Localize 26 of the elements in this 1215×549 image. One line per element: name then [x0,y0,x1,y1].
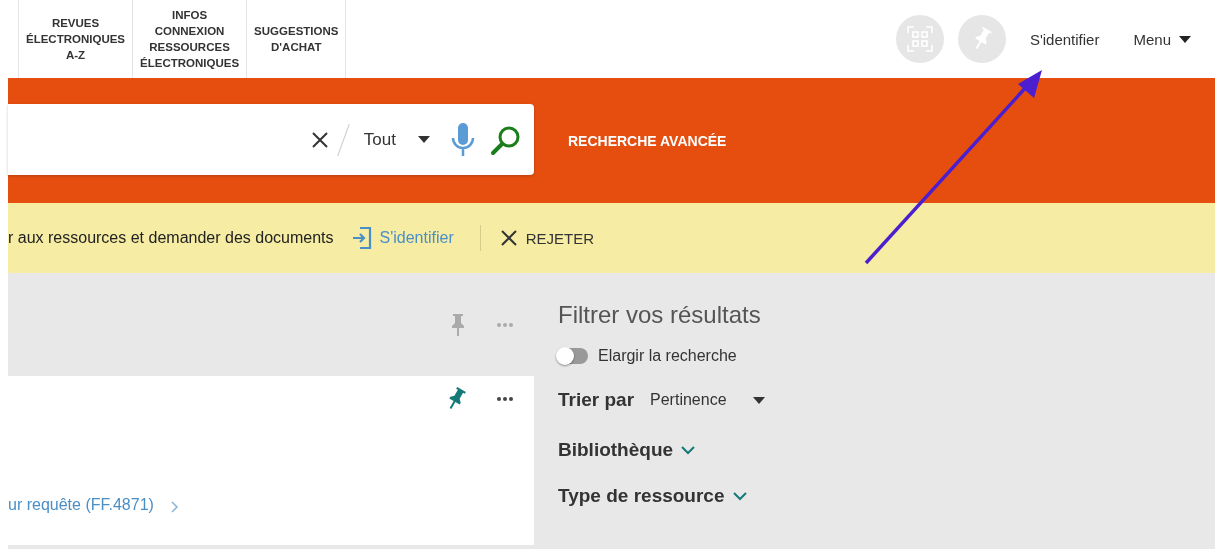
banner-message: r aux ressources et demander des documents [8,229,334,247]
facet-header[interactable]: Bibliothèque [558,439,765,461]
pin-icon[interactable] [446,387,466,411]
facet-header[interactable]: Type de ressource [558,485,765,507]
filter-panel-title: Filtrer vos résultats [558,301,762,329]
menu-button[interactable]: Menu [1123,30,1201,48]
clear-icon[interactable] [310,130,329,149]
chevron-right-icon [171,501,179,513]
sort-dropdown[interactable]: Pertinence [650,391,765,409]
advanced-search-link[interactable]: RECHERCHE AVANCÉE [568,132,727,149]
microphone-icon[interactable] [450,121,476,158]
toggle-label: Elargir la recherche [598,347,737,365]
search-field[interactable]: Tout [8,104,534,175]
toggle-switch[interactable] [558,348,588,364]
sign-in-link[interactable]: S'identifier [1019,30,1110,48]
dismiss-button[interactable]: REJETER [500,229,595,247]
caret-icon [1179,35,1191,43]
caret-icon [752,396,765,404]
qr-code-icon [906,26,933,52]
caret-icon [418,136,430,143]
sort-label: Trier par [558,389,635,411]
request-link[interactable]: ur requête (FF.4871) [8,496,154,514]
more-icon[interactable] [496,396,514,402]
scope-dropdown[interactable]: Tout [357,128,436,151]
sign-in-icon [351,226,372,250]
close-icon [500,230,517,246]
